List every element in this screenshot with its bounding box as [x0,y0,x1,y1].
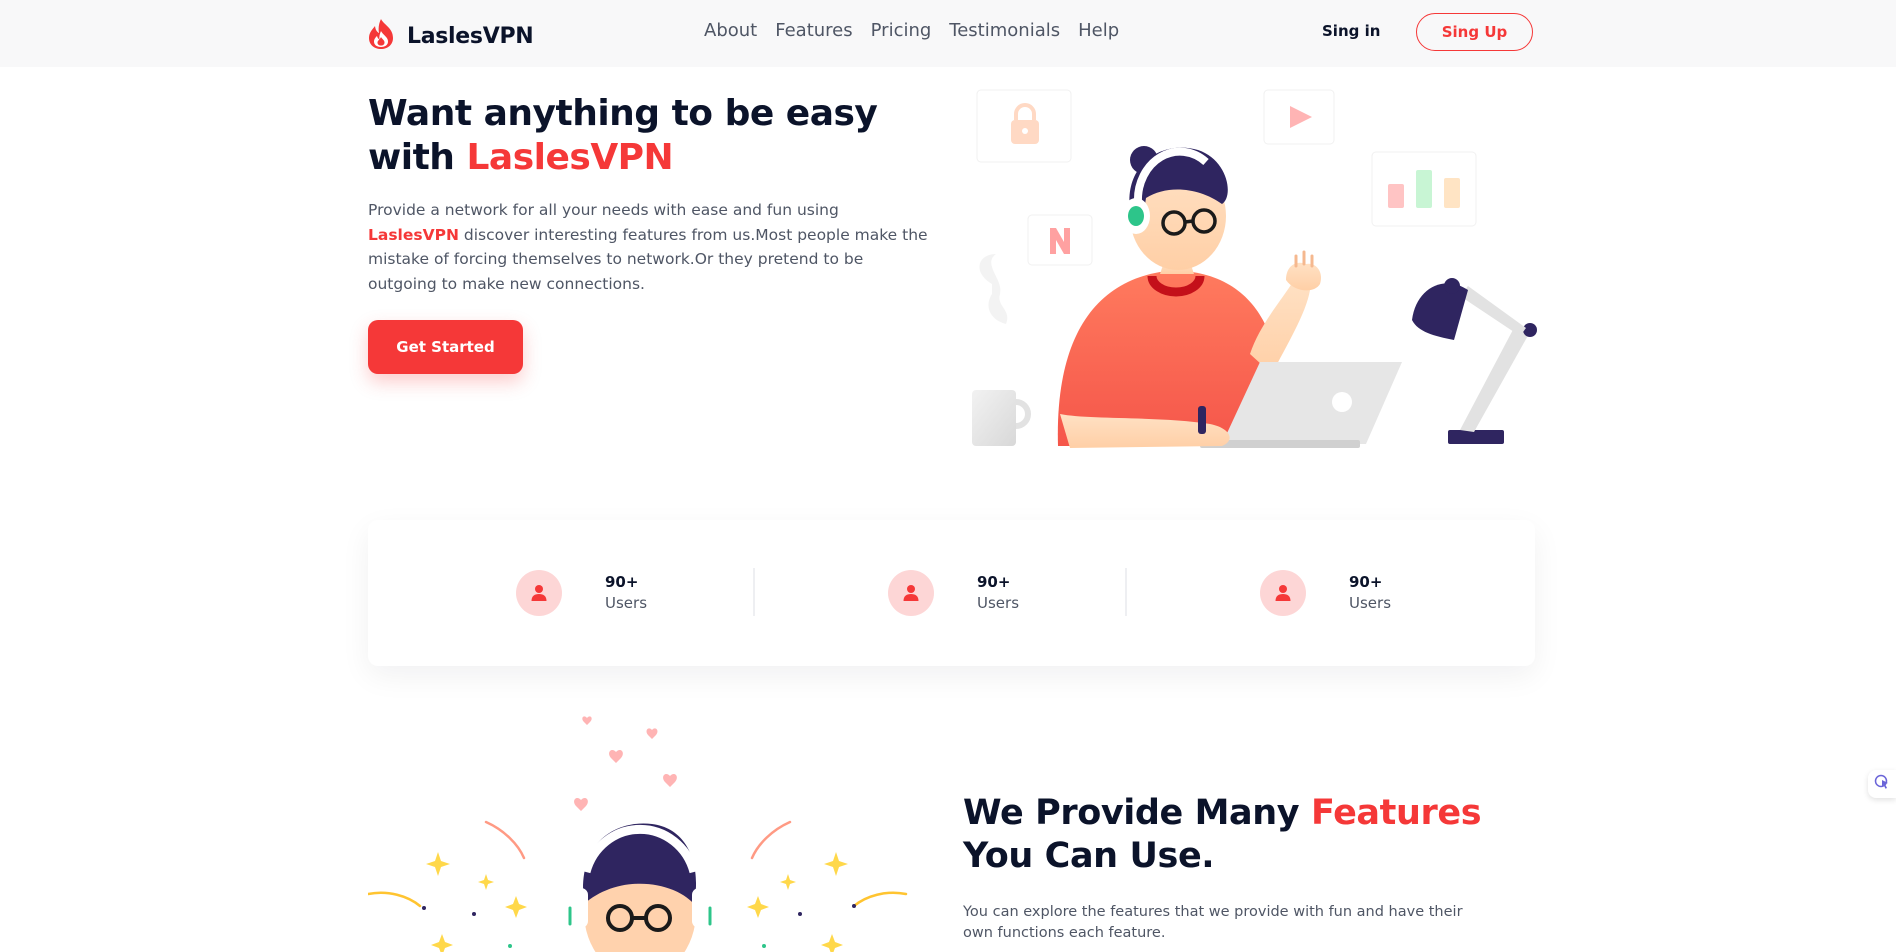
heart-icon [574,716,677,811]
user-icon [1260,570,1306,616]
stats-card: 90+ Users 90+ Users 90+ Users [368,520,1535,666]
nav-link-testimonials[interactable]: Testimonials [949,20,1060,41]
stat-label: Users [1349,594,1392,612]
features-illustration [368,716,908,952]
stat-divider [1125,568,1127,616]
hero-description: Provide a network for all your needs wit… [368,198,928,296]
stat-label: Users [977,594,1020,612]
bar-chart-card-icon [1371,151,1477,227]
brand-name: LaslesVPN [407,23,534,49]
lock-card-icon [976,89,1072,163]
stat-divider [753,568,755,616]
stat-item: 90+ Users [516,568,647,618]
desk-lamp-icon [1412,278,1537,444]
nav-link-features[interactable]: Features [775,20,852,41]
nav-link-help[interactable]: Help [1078,20,1119,41]
sign-up-button[interactable]: Sing Up [1416,13,1533,51]
side-feedback-widget[interactable] [1868,770,1896,798]
coffee-mug-icon [972,390,1031,446]
stat-item: 90+ Users [1260,568,1391,618]
stat-label: Users [605,594,648,612]
features-title-accent: Features [1311,793,1482,833]
features-title: We Provide Many Features You Can Use. [963,792,1523,878]
stat-text: 90+ Users [977,572,1019,614]
hero-desc-brand: LaslesVPN [368,225,459,244]
features-description: You can explore the features that we pro… [963,904,1463,941]
stat-item: 90+ Users [888,568,1019,618]
features-title-text: We Provide Many [963,793,1311,833]
pointer-icon [1874,774,1890,794]
user-icon [516,570,562,616]
stat-value: 90+ [977,573,1011,591]
hero-title-accent: LaslesVPN [466,137,674,178]
stat-value: 90+ [1349,573,1383,591]
hero-title: Want anything to be easy with LaslesVPN [368,92,888,180]
stat-text: 90+ Users [605,572,647,614]
stat-value: 90+ [605,573,639,591]
nav-link-pricing[interactable]: Pricing [871,20,932,41]
play-card-icon [1263,89,1335,145]
flame-logo-icon [367,18,395,54]
navbar: LaslesVPN About Features Pricing Testimo… [0,0,1896,67]
hero-illustration [972,89,1537,448]
main-nav: About Features Pricing Testimonials Help [704,20,1119,41]
sign-in-link[interactable]: Sing in [1322,22,1380,40]
hero-desc-prefix: Provide a network for all your needs wit… [368,201,839,219]
user-icon [888,570,934,616]
stat-text: 90+ Users [1349,572,1391,614]
brand-logo[interactable]: LaslesVPN [367,18,534,54]
netflix-card-icon [1027,214,1093,266]
get-started-button[interactable]: Get Started [368,320,523,374]
nav-link-about[interactable]: About [704,20,757,41]
features-title-suffix: You Can Use. [963,836,1215,876]
